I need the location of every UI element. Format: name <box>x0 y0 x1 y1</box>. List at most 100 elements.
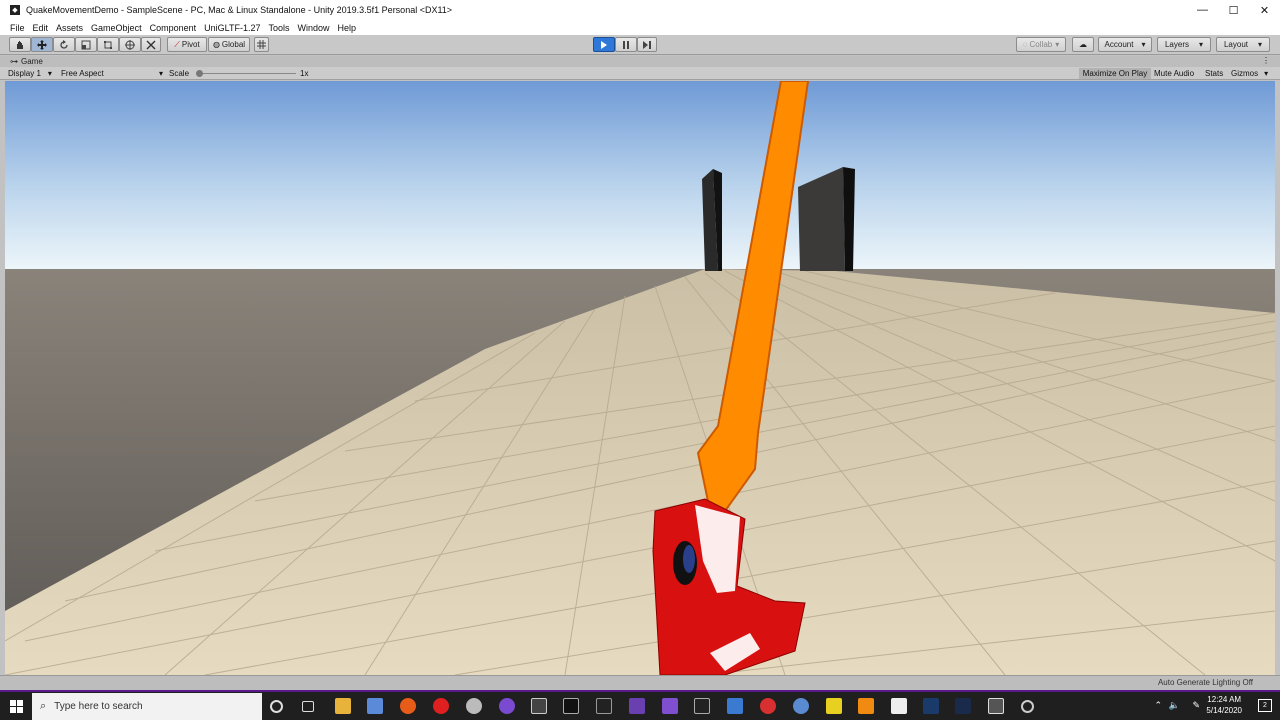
menu-file[interactable]: File <box>10 23 25 33</box>
rect-tool-button[interactable] <box>97 37 119 52</box>
firefox-icon[interactable] <box>400 698 416 714</box>
pivot-label: Pivot <box>181 40 200 49</box>
task-view-icon[interactable] <box>302 701 314 712</box>
window-title: QuakeMovementDemo - SampleScene - PC, Ma… <box>26 5 453 15</box>
menu-assets[interactable]: Assets <box>56 23 83 33</box>
menu-unigltf[interactable]: UniGLTF-1.27 <box>204 23 260 33</box>
account-label: Account <box>1104 40 1134 49</box>
app-icon-6[interactable] <box>793 698 809 714</box>
play-button[interactable] <box>593 37 615 52</box>
menu-tools[interactable]: Tools <box>268 23 289 33</box>
pivot-icon: ⟋ <box>174 39 180 49</box>
app-icon-7[interactable] <box>826 698 842 714</box>
file-explorer-icon[interactable] <box>335 698 351 714</box>
mute-audio-toggle[interactable]: Mute Audio <box>1154 68 1194 79</box>
console-icon[interactable] <box>694 698 710 714</box>
close-button[interactable]: ✕ <box>1249 0 1280 20</box>
panel-menu-icon[interactable]: ⋮ <box>1262 56 1270 65</box>
app-icon-9[interactable] <box>1021 700 1034 713</box>
pivot-toggle[interactable]: ⟋ Pivot <box>167 37 207 52</box>
unity-logo-icon: ◆ <box>10 5 20 15</box>
minimize-button[interactable]: — <box>1187 0 1218 20</box>
taskbar-clock[interactable]: 12:24 AM 5/14/2020 <box>1206 694 1242 716</box>
app-icon-3[interactable] <box>499 698 515 714</box>
scale-value: 1x <box>300 69 309 78</box>
stats-label: Stats <box>1205 69 1224 78</box>
unity-active-icon[interactable] <box>988 698 1004 714</box>
unity-taskbar-icon[interactable] <box>531 698 547 714</box>
tray-chevron-icon[interactable]: ⌃ <box>1154 700 1162 711</box>
menu-bar: File Edit Assets GameObject Component Un… <box>0 20 1280 35</box>
pause-button[interactable] <box>615 37 637 52</box>
menu-edit[interactable]: Edit <box>33 23 49 33</box>
volume-icon[interactable]: 🔈 <box>1169 700 1180 711</box>
vlc-icon[interactable] <box>858 698 874 714</box>
collab-icon: ◌ <box>1022 40 1028 49</box>
global-toggle[interactable]: ◍ Global <box>208 37 250 52</box>
maximize-on-play-toggle[interactable]: Maximize On Play <box>1079 68 1151 79</box>
hand-icon <box>17 40 23 49</box>
cloud-icon: ☁ <box>1079 40 1087 49</box>
notification-icon[interactable]: 2 <box>1258 699 1272 712</box>
sky <box>5 81 1275 271</box>
main-toolbar: ⟋ Pivot ◍ Global ◌ Collab ▾ ☁ Account ▾ … <box>0 35 1280 55</box>
menu-gameobject[interactable]: GameObject <box>91 23 142 33</box>
scale-icon <box>81 40 91 49</box>
tab-game-label: Game <box>21 57 43 66</box>
maximize-button[interactable]: ☐ <box>1218 0 1249 20</box>
pause-icon <box>623 40 629 49</box>
step-button[interactable] <box>637 37 657 52</box>
collab-dropdown[interactable]: ◌ Collab ▾ <box>1016 37 1066 52</box>
tab-game[interactable]: ⊶ Game <box>10 57 43 66</box>
menu-component[interactable]: Component <box>150 23 197 33</box>
stats-toggle[interactable]: Stats <box>1205 68 1223 79</box>
transform-icon <box>125 39 135 50</box>
notification-count: 2 <box>1263 702 1267 709</box>
app-icon-8[interactable] <box>923 698 939 714</box>
display-dropdown[interactable]: Display 1 ▾ <box>8 68 52 79</box>
account-dropdown[interactable]: Account ▾ <box>1098 37 1152 52</box>
game-viewport[interactable] <box>5 81 1275 675</box>
rotate-icon <box>60 39 68 49</box>
visual-studio-icon[interactable] <box>629 698 645 714</box>
hand-tool-button[interactable] <box>9 37 31 52</box>
aspect-dropdown[interactable]: Free Aspect ▾ <box>61 68 163 79</box>
move-tool-button[interactable] <box>31 37 53 52</box>
terminal-icon[interactable] <box>563 698 579 714</box>
menu-help[interactable]: Help <box>338 23 357 33</box>
start-button[interactable] <box>0 692 32 720</box>
search-placeholder: Type here to search <box>54 701 143 712</box>
collab-label: Collab <box>1029 40 1053 49</box>
scale-slider-handle[interactable] <box>196 70 203 77</box>
game-controller-icon: ⊶ <box>10 57 18 66</box>
layout-chevron-icon: ▾ <box>1258 40 1263 49</box>
pen-icon[interactable]: ✎ <box>1192 700 1200 711</box>
title-bar: ◆ QuakeMovementDemo - SampleScene - PC, … <box>0 0 1280 20</box>
scale-tool-button[interactable] <box>75 37 97 52</box>
app-icon-1[interactable] <box>367 698 383 714</box>
gizmos-label: Gizmos <box>1231 69 1259 78</box>
steam-icon[interactable] <box>955 698 971 714</box>
app-icon-4[interactable] <box>727 698 743 714</box>
epic-games-icon[interactable] <box>596 698 612 714</box>
gizmos-dropdown[interactable]: Gizmos ▾ <box>1231 68 1268 79</box>
aspect-chevron-icon: ▾ <box>158 69 163 78</box>
transform-tool-button[interactable] <box>119 37 141 52</box>
visual-studio-2-icon[interactable] <box>662 698 678 714</box>
opera-icon[interactable] <box>433 698 449 714</box>
step-icon <box>643 40 651 49</box>
cloud-button[interactable]: ☁ <box>1072 37 1094 52</box>
scale-slider[interactable] <box>196 68 296 79</box>
app-icon-2[interactable] <box>466 698 482 714</box>
layout-dropdown[interactable]: Layout ▾ <box>1216 37 1270 52</box>
app-icon-5[interactable] <box>760 698 776 714</box>
taskbar-search-box[interactable]: ⌕ Type here to search <box>32 693 262 720</box>
layers-dropdown[interactable]: Layers ▾ <box>1157 37 1211 52</box>
wall-right-face <box>843 167 855 271</box>
custom-tool-button[interactable] <box>141 37 161 52</box>
menu-window[interactable]: Window <box>297 23 329 33</box>
cortana-icon[interactable] <box>270 700 283 713</box>
obs-icon[interactable] <box>891 698 907 714</box>
rotate-tool-button[interactable] <box>53 37 75 52</box>
grid-snap-button[interactable] <box>254 37 269 52</box>
